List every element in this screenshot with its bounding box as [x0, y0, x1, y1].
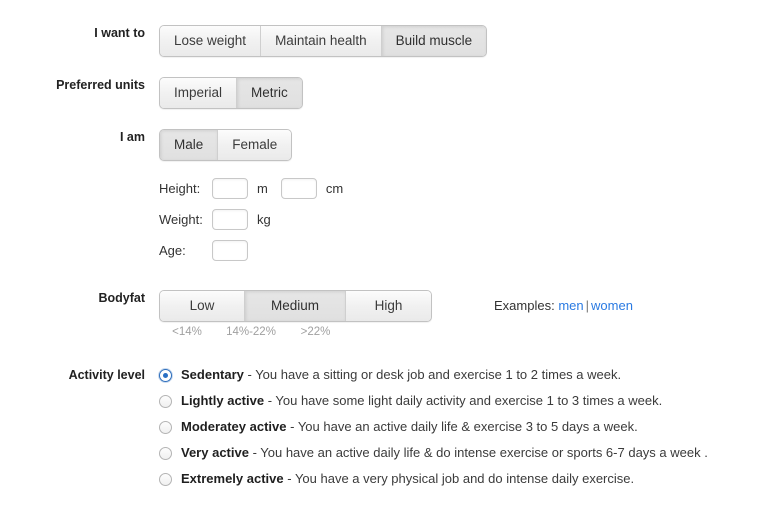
gender-row: I am Male Female Height: m cm Weight: kg…: [0, 129, 770, 266]
activity-description-lightly-active: - You have some light daily activity and…: [264, 393, 663, 408]
bodyfat-examples: Examples: men | women: [494, 298, 633, 313]
gender-content: Male Female Height: m cm Weight: kg Age:: [159, 129, 770, 266]
bodyfat-content: Low Medium High <14% 14%-22% >22% Exampl…: [159, 290, 770, 338]
gender-option-male[interactable]: Male: [160, 130, 219, 160]
activity-option-very-active[interactable]: Very active - You have an active daily l…: [159, 445, 770, 460]
activity-option-extremely-active[interactable]: Extremely active - You have a very physi…: [159, 471, 770, 486]
bodyfat-option-low[interactable]: Low: [160, 291, 245, 321]
examples-label: Examples:: [494, 298, 555, 313]
activity-text-very-active: Very active - You have an active daily l…: [181, 445, 708, 460]
goal-button-group[interactable]: Lose weight Maintain health Build muscle: [159, 25, 488, 57]
units-option-metric[interactable]: Metric: [237, 78, 302, 108]
bodyfat-scale-high: >22%: [300, 326, 331, 338]
bodyfat-scale-low: <14%: [172, 326, 202, 338]
bodyfat-option-high[interactable]: High: [346, 291, 431, 321]
activity-label: Activity level: [68, 368, 145, 382]
goal-option-lose-weight[interactable]: Lose weight: [160, 26, 262, 56]
radio-icon-very-active[interactable]: [159, 447, 172, 460]
height-centimeters-input[interactable]: [280, 178, 317, 199]
activity-description-sedentary: - You have a sitting or desk job and exe…: [243, 367, 622, 382]
activity-text-sedentary: Sedentary - You have a sitting or desk j…: [181, 367, 621, 382]
examples-link-men[interactable]: men: [558, 298, 583, 313]
activity-description-extremely-active: - You have a very physical job and do in…: [283, 471, 635, 486]
goal-option-build-muscle[interactable]: Build muscle: [381, 26, 487, 56]
weight-label: Weight:: [159, 212, 203, 227]
activity-name-sedentary: Sedentary: [181, 367, 244, 382]
bodyfat-label: Bodyfat: [98, 291, 145, 305]
activity-option-moderately-active[interactable]: Moderatey active - You have an active da…: [159, 419, 770, 434]
units-option-imperial[interactable]: Imperial: [160, 78, 238, 108]
bodyfat-scale-medium: 14%-22%: [226, 326, 276, 338]
height-meters-input[interactable]: [212, 178, 248, 199]
activity-name-very-active: Very active: [181, 445, 249, 460]
height-line: Height: m cm: [159, 173, 770, 204]
examples-separator: |: [585, 298, 590, 313]
goal-option-maintain-health[interactable]: Maintain health: [261, 26, 382, 56]
goal-row: I want to Lose weight Maintain health Bu…: [0, 25, 770, 57]
radio-icon-moderately-active[interactable]: [159, 421, 172, 434]
activity-text-extremely-active: Extremely active - You have a very physi…: [181, 471, 634, 486]
bodyfat-button-group[interactable]: Low Medium High: [159, 290, 432, 322]
goal-label: I want to: [94, 26, 145, 40]
bodyfat-scale: <14% 14%-22% >22%: [159, 326, 432, 338]
bodyfat-row: Bodyfat Low Medium High <14% 14%-22% >22…: [0, 290, 770, 338]
activity-row: Activity level Sedentary - You have a si…: [0, 367, 770, 486]
weight-unit: kg: [257, 212, 271, 227]
activity-name-lightly-active: Lightly active: [181, 393, 265, 408]
measurements-block: Height: m cm Weight: kg Age:: [159, 173, 770, 266]
age-label: Age:: [159, 243, 186, 258]
activity-content: Sedentary - You have a sitting or desk j…: [159, 367, 770, 486]
bodyfat-wrap: Low Medium High <14% 14%-22% >22% Exampl…: [159, 290, 770, 338]
height-label: Height:: [159, 181, 201, 196]
gender-label: I am: [119, 130, 145, 144]
activity-text-moderately-active: Moderatey active - You have an active da…: [181, 419, 638, 434]
radio-icon-lightly-active[interactable]: [159, 395, 172, 408]
height-centimeters-unit: cm: [325, 181, 344, 196]
bodyfat-option-medium[interactable]: Medium: [245, 291, 346, 321]
age-input[interactable]: [212, 240, 248, 261]
gender-button-group[interactable]: Male Female: [159, 129, 293, 161]
activity-name-moderately-active: Moderatey active: [181, 419, 287, 434]
activity-description-moderately-active: - You have an active daily life & exerci…: [286, 419, 638, 434]
activity-option-sedentary[interactable]: Sedentary - You have a sitting or desk j…: [159, 367, 770, 382]
radio-icon-sedentary[interactable]: [159, 369, 172, 382]
units-button-group[interactable]: Imperial Metric: [159, 77, 303, 109]
activity-description-very-active: - You have an active daily life & do int…: [248, 445, 708, 460]
bodyfat-column: Low Medium High <14% 14%-22% >22%: [159, 290, 432, 338]
age-line: Age:: [159, 235, 770, 266]
gender-option-female[interactable]: Female: [218, 130, 292, 160]
weight-line: Weight: kg: [159, 204, 770, 235]
activity-name-extremely-active: Extremely active: [181, 471, 284, 486]
activity-text-lightly-active: Lightly active - You have some light dai…: [181, 393, 662, 408]
activity-list: Sedentary - You have a sitting or desk j…: [159, 367, 770, 486]
goal-content: Lose weight Maintain health Build muscle: [159, 25, 770, 57]
activity-option-lightly-active[interactable]: Lightly active - You have some light dai…: [159, 393, 770, 408]
height-meters-unit: m: [257, 181, 268, 196]
units-content: Imperial Metric: [159, 77, 770, 109]
radio-icon-extremely-active[interactable]: [159, 473, 172, 486]
examples-link-women[interactable]: women: [591, 298, 633, 313]
units-label: Preferred units: [56, 78, 145, 92]
units-row: Preferred units Imperial Metric: [0, 77, 770, 109]
weight-input[interactable]: [212, 209, 248, 230]
